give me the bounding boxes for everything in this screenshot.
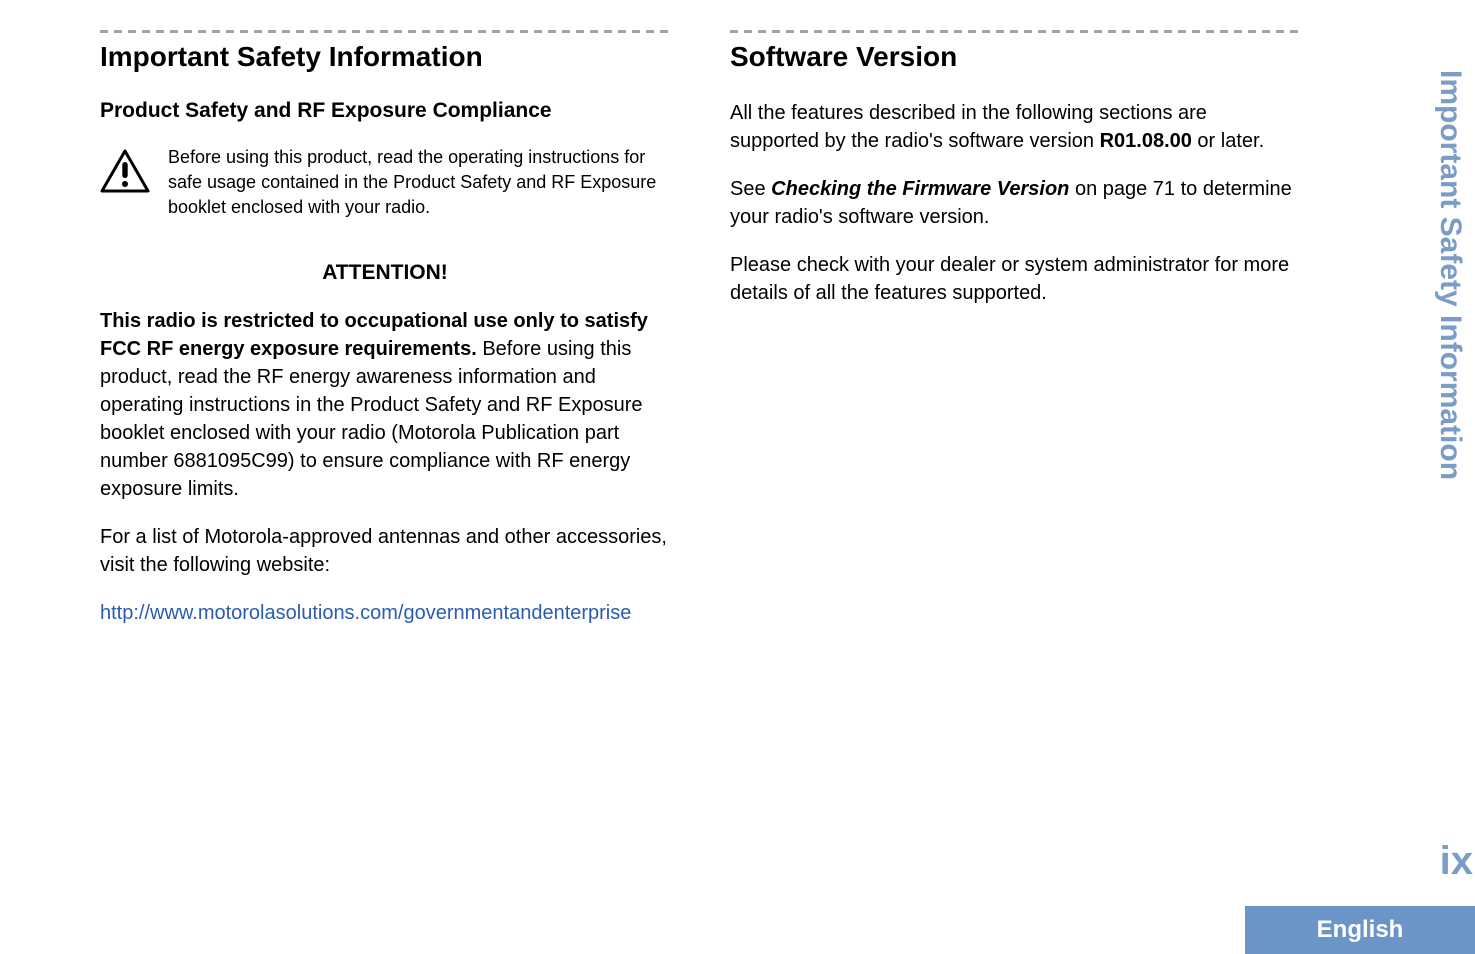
side-tab: Important Safety Information (1425, 0, 1475, 954)
page-content: Important Safety Information Product Saf… (0, 0, 1475, 627)
caution-block: Before using this product, read the oper… (100, 145, 670, 221)
page-number: ix (1440, 839, 1473, 884)
dealer-contact-paragraph: Please check with your dealer or system … (730, 251, 1300, 307)
section-heading-safety: Important Safety Information (100, 41, 670, 73)
para1-bold-version: R01.08.00 (1100, 130, 1192, 152)
restricted-paragraph: This radio is restricted to occupational… (100, 307, 670, 503)
software-version-paragraph: All the features described in the follow… (730, 99, 1300, 155)
para1-suffix: or later. (1192, 130, 1264, 152)
caution-icon (100, 149, 150, 198)
attention-heading: ATTENTION! (100, 261, 670, 285)
subheading-compliance: Product Safety and RF Exposure Complianc… (100, 99, 670, 123)
left-column: Important Safety Information Product Saf… (100, 30, 670, 627)
firmware-check-paragraph: See Checking the Firmware Version on pag… (730, 175, 1300, 231)
section-divider (730, 30, 1300, 33)
language-tab: English (1245, 906, 1475, 954)
right-column: Software Version All the features descri… (730, 30, 1300, 627)
para2-prefix: See (730, 178, 771, 200)
accessories-paragraph: For a list of Motorola-approved antennas… (100, 523, 670, 579)
section-divider (100, 30, 670, 33)
para2-reference: Checking the Firmware Version (771, 178, 1069, 200)
caution-text: Before using this product, read the oper… (168, 145, 670, 221)
side-tab-label: Important Safety Information (1433, 0, 1467, 954)
restricted-body-text: Before using this product, read the RF e… (100, 338, 643, 500)
section-heading-software: Software Version (730, 41, 1300, 73)
website-link[interactable]: http://www.motorolasolutions.com/governm… (100, 599, 670, 627)
